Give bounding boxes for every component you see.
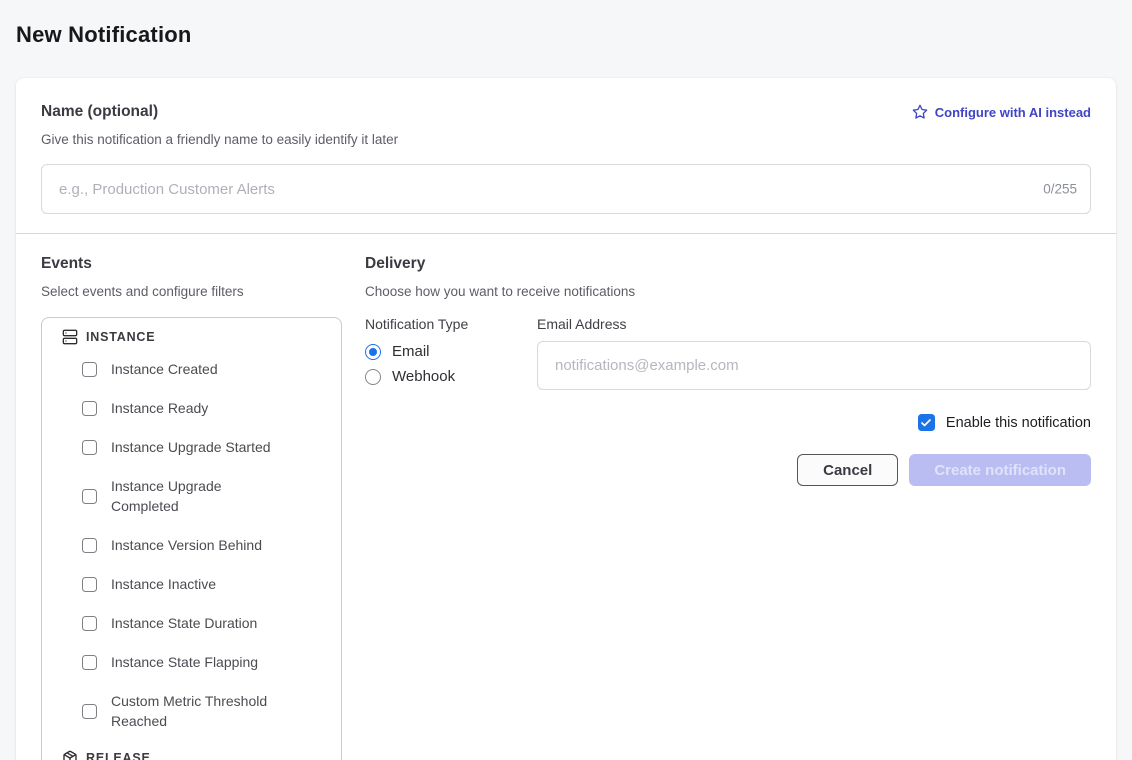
- checkbox-unchecked-icon[interactable]: [82, 616, 97, 631]
- event-item-label: Instance Upgrade Completed: [111, 476, 283, 516]
- events-heading: Events: [41, 254, 365, 274]
- event-item-label: Instance Version Behind: [111, 535, 262, 555]
- event-group-instance: INSTANCE: [62, 329, 321, 345]
- email-address-input[interactable]: [537, 341, 1091, 390]
- events-column: Events Select events and configure filte…: [41, 254, 365, 760]
- email-address-label: Email Address: [537, 315, 1091, 333]
- configure-with-ai-link[interactable]: Configure with AI instead: [912, 104, 1091, 120]
- create-notification-button[interactable]: Create notification: [909, 454, 1091, 486]
- name-section-description: Give this notification a friendly name t…: [41, 131, 1091, 148]
- checkbox-unchecked-icon[interactable]: [82, 655, 97, 670]
- char-counter: 0/255: [1043, 182, 1077, 197]
- configure-with-ai-label: Configure with AI instead: [935, 105, 1091, 120]
- event-item-label: Custom Metric Threshold Reached: [111, 691, 283, 731]
- event-item-instance-ready[interactable]: Instance Ready: [82, 398, 321, 418]
- radio-option-email[interactable]: Email: [365, 343, 537, 360]
- event-item-label: Instance Created: [111, 359, 218, 379]
- event-item-instance-inactive[interactable]: Instance Inactive: [82, 574, 321, 594]
- enable-notification-label: Enable this notification: [946, 415, 1091, 431]
- notification-name-input[interactable]: [41, 164, 1091, 214]
- events-subtitle: Select events and configure filters: [41, 283, 365, 300]
- radio-unselected-icon[interactable]: [365, 369, 381, 385]
- checkbox-unchecked-icon[interactable]: [82, 577, 97, 592]
- notification-type-radio-group: Email Webhook: [365, 343, 537, 385]
- event-group-label: RELEASE: [86, 751, 151, 760]
- name-section-heading: Name (optional): [41, 102, 158, 122]
- event-item-instance-version-behind[interactable]: Instance Version Behind: [82, 535, 321, 555]
- radio-option-webhook[interactable]: Webhook: [365, 368, 537, 385]
- checkbox-unchecked-icon[interactable]: [82, 440, 97, 455]
- new-notification-card: Name (optional) Configure with AI instea…: [16, 78, 1116, 760]
- event-item-instance-upgrade-started[interactable]: Instance Upgrade Started: [82, 437, 321, 457]
- event-item-instance-created[interactable]: Instance Created: [82, 359, 321, 379]
- checkbox-unchecked-icon[interactable]: [82, 401, 97, 416]
- event-group-release: RELEASE: [62, 750, 321, 760]
- events-panel[interactable]: INSTANCE Instance Created Instance Ready…: [41, 317, 342, 760]
- event-item-custom-metric-threshold[interactable]: Custom Metric Threshold Reached: [82, 691, 321, 731]
- radio-option-label: Email: [392, 343, 430, 360]
- name-section: Name (optional) Configure with AI instea…: [16, 78, 1116, 233]
- radio-selected-icon[interactable]: [365, 344, 381, 360]
- delivery-subtitle: Choose how you want to receive notificat…: [365, 283, 1091, 300]
- event-item-instance-state-flapping[interactable]: Instance State Flapping: [82, 652, 321, 672]
- server-icon: [62, 329, 78, 345]
- event-item-label: Instance Ready: [111, 398, 208, 418]
- cancel-button[interactable]: Cancel: [797, 454, 898, 486]
- event-item-label: Instance State Flapping: [111, 652, 258, 672]
- event-item-instance-upgrade-completed[interactable]: Instance Upgrade Completed: [82, 476, 321, 516]
- event-item-label: Instance State Duration: [111, 613, 257, 633]
- notification-type-label: Notification Type: [365, 315, 537, 333]
- event-item-label: Instance Inactive: [111, 574, 216, 594]
- page-title: New Notification: [0, 0, 1132, 48]
- checkbox-unchecked-icon[interactable]: [82, 538, 97, 553]
- check-icon: [920, 417, 932, 429]
- star-icon: [912, 104, 928, 120]
- package-icon: [62, 750, 78, 760]
- radio-option-label: Webhook: [392, 368, 455, 385]
- event-group-label: INSTANCE: [86, 330, 155, 344]
- checkbox-unchecked-icon[interactable]: [82, 489, 97, 504]
- event-item-instance-state-duration[interactable]: Instance State Duration: [82, 613, 321, 633]
- delivery-heading: Delivery: [365, 254, 1091, 274]
- checkbox-unchecked-icon[interactable]: [82, 362, 97, 377]
- event-item-label: Instance Upgrade Started: [111, 437, 271, 457]
- delivery-column: Delivery Choose how you want to receive …: [365, 254, 1091, 760]
- enable-notification-checkbox[interactable]: [918, 414, 935, 431]
- checkbox-unchecked-icon[interactable]: [82, 704, 97, 719]
